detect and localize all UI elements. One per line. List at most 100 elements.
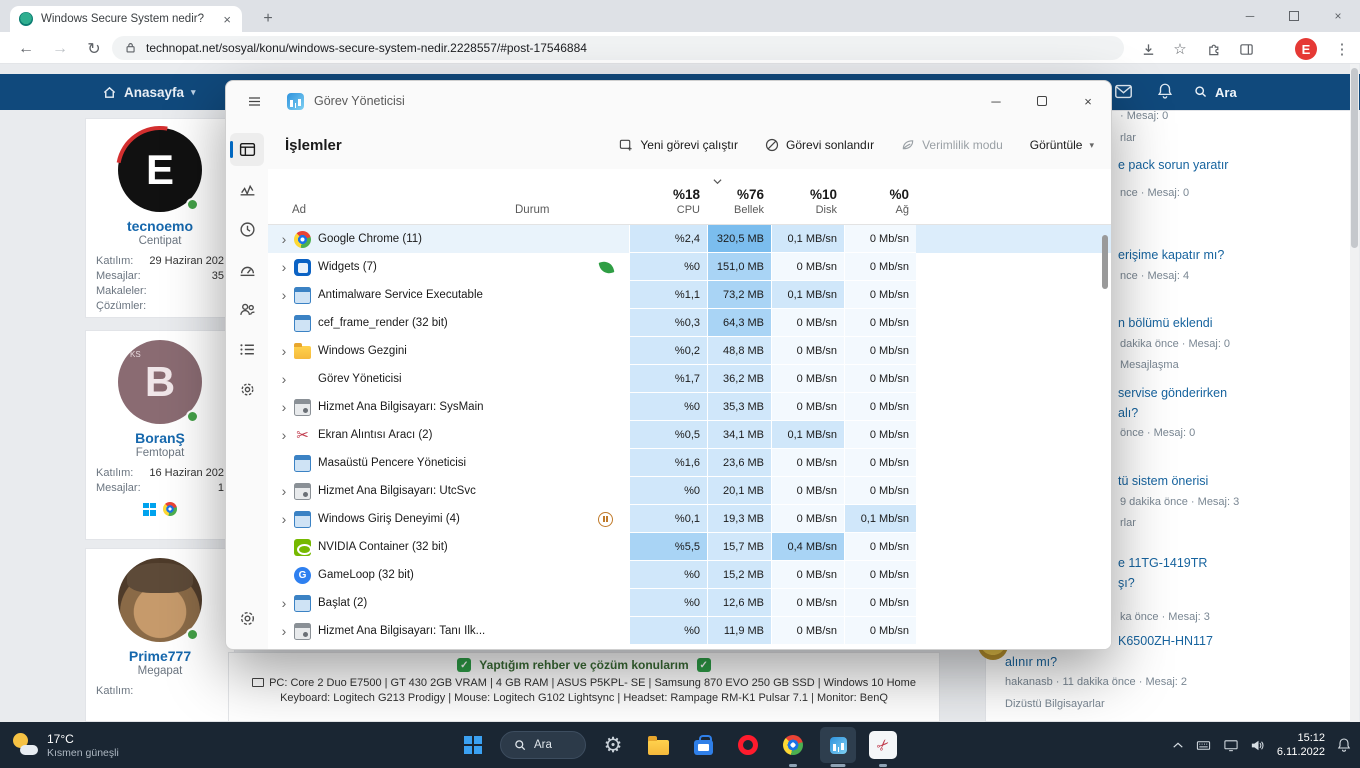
avatar[interactable]	[118, 558, 202, 642]
scrollbar-thumb[interactable]	[1351, 68, 1358, 248]
weather-widget[interactable]: 17°C Kısmen güneşli	[12, 722, 119, 768]
profile-avatar[interactable]	[1294, 37, 1318, 61]
hamburger-menu-icon[interactable]	[240, 94, 268, 109]
tm-nav-settings[interactable]	[230, 602, 264, 635]
tm-scrollbar[interactable]	[1102, 229, 1108, 609]
start-button[interactable]	[455, 727, 491, 763]
expand-chevron-icon[interactable]: ›	[276, 483, 292, 499]
tray-chevron-up-icon[interactable]	[1172, 740, 1184, 750]
efficiency-mode-button[interactable]: Verimlilik modu	[901, 138, 1003, 152]
process-row[interactable]: › Widgets (7) %0 151,0 MB 0 MB/sn 0 Mb/sn	[268, 253, 1111, 281]
side-panel-icon[interactable]	[1234, 37, 1258, 61]
tm-nav-processes[interactable]	[230, 133, 264, 166]
extensions-icon[interactable]	[1202, 37, 1226, 61]
topic-link[interactable]: e 11TG-1419TR	[1118, 556, 1207, 570]
run-new-task-button[interactable]: Yeni görevi çalıştır	[619, 138, 738, 152]
browser-scrollbar[interactable]	[1350, 64, 1359, 722]
process-row[interactable]: NVIDIA Container (32 bit) %5,5 15,7 MB 0,4 …	[268, 533, 1111, 561]
process-row[interactable]: › Ekran Alıntısı Aracı (2) %0,534,1 MB0,1 …	[268, 421, 1111, 449]
browser-maximize-button[interactable]	[1272, 0, 1316, 32]
topic-link[interactable]: servise gönderirken	[1118, 386, 1227, 400]
expand-chevron-icon[interactable]: ›	[276, 259, 292, 275]
expand-chevron-icon[interactable]: ›	[276, 399, 292, 415]
url-bar[interactable]: technopat.net/sosyal/konu/windows-secure…	[112, 36, 1124, 60]
column-header-name[interactable]: Ad	[268, 169, 509, 224]
column-header-cpu[interactable]: %18 CPU	[629, 169, 707, 224]
expand-chevron-icon[interactable]: ›	[276, 623, 292, 639]
touch-keyboard-icon[interactable]	[1195, 738, 1212, 753]
forward-button[interactable]: →	[48, 37, 72, 61]
tm-minimize-button[interactable]: ─	[973, 81, 1019, 121]
browser-tab[interactable]: Windows Secure System nedir? ×	[10, 6, 242, 32]
member-name[interactable]: Prime777	[86, 648, 234, 664]
snipping-tool-taskbar-icon[interactable]	[865, 727, 901, 767]
avatar[interactable]: KS B	[118, 340, 202, 424]
tm-nav-services[interactable]	[230, 373, 264, 406]
topic-link[interactable]: erişime kapatır mı?	[1118, 248, 1224, 262]
process-row[interactable]: › Google Chrome (11) %2,4 320,5 MB 0,1 MB/sn…	[268, 225, 1111, 253]
member-name[interactable]: tecnoemo	[86, 218, 234, 234]
tm-nav-startup-apps[interactable]	[230, 253, 264, 286]
topic-link[interactable]: alı?	[1118, 406, 1138, 420]
tm-close-button[interactable]: ×	[1065, 81, 1111, 121]
chrome-app-icon[interactable]	[775, 727, 811, 767]
column-header-status[interactable]: Durum	[509, 169, 629, 224]
view-dropdown[interactable]: Görüntüle ▾	[1030, 138, 1094, 152]
tm-nav-users[interactable]	[230, 293, 264, 326]
tab-close-icon[interactable]: ×	[221, 12, 233, 27]
file-explorer-icon[interactable]	[640, 727, 676, 763]
column-header-network[interactable]: %0 Ağ	[844, 169, 916, 224]
tm-nav-details[interactable]	[230, 333, 264, 366]
topic-link[interactable]: alınır mı?	[1005, 655, 1057, 669]
taskbar-search[interactable]: Ara	[500, 731, 586, 759]
topic-link[interactable]: e pack sorun yaratır	[1118, 158, 1228, 172]
process-row[interactable]: › Windows Giriş Deneyimi (4) %0,1 19,3 MB 0 …	[268, 505, 1111, 533]
process-row[interactable]: › Antimalware Service Executable %1,1 73,2 …	[268, 281, 1111, 309]
expand-chevron-icon[interactable]: ›	[276, 511, 292, 527]
settings-app-icon[interactable]: ⚙	[595, 727, 631, 763]
downloads-icon[interactable]	[1136, 37, 1160, 61]
opera-app-icon[interactable]	[730, 727, 766, 763]
expand-chevron-icon[interactable]: ›	[276, 371, 292, 387]
process-row[interactable]: › Başlat (2) %0 12,6 MB 0 MB/sn 0 Mb/sn	[268, 589, 1111, 617]
topic-link[interactable]: şı?	[1118, 576, 1135, 590]
new-tab-button[interactable]: +	[256, 7, 280, 31]
process-row[interactable]: › Hizmet Ana Bilgisayarı: Tanı İlk... %0 11…	[268, 617, 1111, 645]
tm-maximize-button[interactable]	[1019, 81, 1065, 121]
display-cast-icon[interactable]	[1223, 738, 1239, 753]
tm-title-bar[interactable]: Görev Yöneticisi ─ ×	[226, 81, 1111, 121]
expand-chevron-icon[interactable]: ›	[276, 343, 292, 359]
avatar[interactable]: E	[118, 128, 202, 212]
process-row[interactable]: › Hizmet Ana Bilgisayarı: SysMain %0 35,3 M…	[268, 393, 1111, 421]
tm-scrollbar-thumb[interactable]	[1102, 235, 1108, 289]
process-row[interactable]: Masaüstü Pencere Yöneticisi %1,6 23,6 MB 0 …	[268, 449, 1111, 477]
end-task-button[interactable]: Görevi sonlandır	[765, 138, 874, 152]
topic-link[interactable]: n bölümü eklendi	[1118, 316, 1213, 330]
column-header-disk[interactable]: %10 Disk	[771, 169, 844, 224]
browser-close-button[interactable]: ×	[1316, 0, 1360, 32]
expand-chevron-icon[interactable]: ›	[276, 427, 292, 443]
clock[interactable]: 15:12 6.11.2022	[1277, 731, 1325, 760]
signature-title[interactable]: Yaptığım rehber ve çözüm konularım	[479, 658, 688, 672]
expand-chevron-icon[interactable]: ›	[276, 595, 292, 611]
notification-bell-icon[interactable]	[1336, 737, 1352, 753]
topic-link[interactable]: K6500ZH-HN117	[1118, 634, 1213, 648]
back-button[interactable]: ←	[14, 37, 38, 61]
task-manager-taskbar-icon[interactable]	[820, 727, 856, 767]
topic-link[interactable]: tü sistem önerisi	[1118, 474, 1208, 488]
browser-menu-icon[interactable]: ⋮	[1330, 37, 1354, 61]
process-row[interactable]: cef_frame_render (32 bit) %0,3 64,3 MB 0 MB…	[268, 309, 1111, 337]
expand-chevron-icon[interactable]: ›	[276, 287, 292, 303]
process-row[interactable]: › Windows Gezgini %0,2 48,8 MB 0 MB/sn 0 Mb/s…	[268, 337, 1111, 365]
browser-minimize-button[interactable]: ─	[1228, 0, 1272, 32]
process-row[interactable]: GameLoop (32 bit) %015,2 MB0 MB/sn0 Mb/sn	[268, 561, 1111, 589]
tm-nav-performance[interactable]	[230, 173, 264, 206]
volume-icon[interactable]	[1250, 738, 1266, 753]
tm-nav-app-history[interactable]	[230, 213, 264, 246]
store-app-icon[interactable]	[685, 727, 721, 763]
reload-button[interactable]: ↻	[82, 37, 106, 61]
bookmark-star-icon[interactable]: ☆	[1168, 37, 1192, 61]
column-header-memory[interactable]: %76 Bellek	[707, 169, 771, 224]
process-row[interactable]: › Hizmet Ana Bilgisayarı: UtcSvc %0 20,1 MB…	[268, 477, 1111, 505]
expand-chevron-icon[interactable]: ›	[276, 231, 292, 247]
